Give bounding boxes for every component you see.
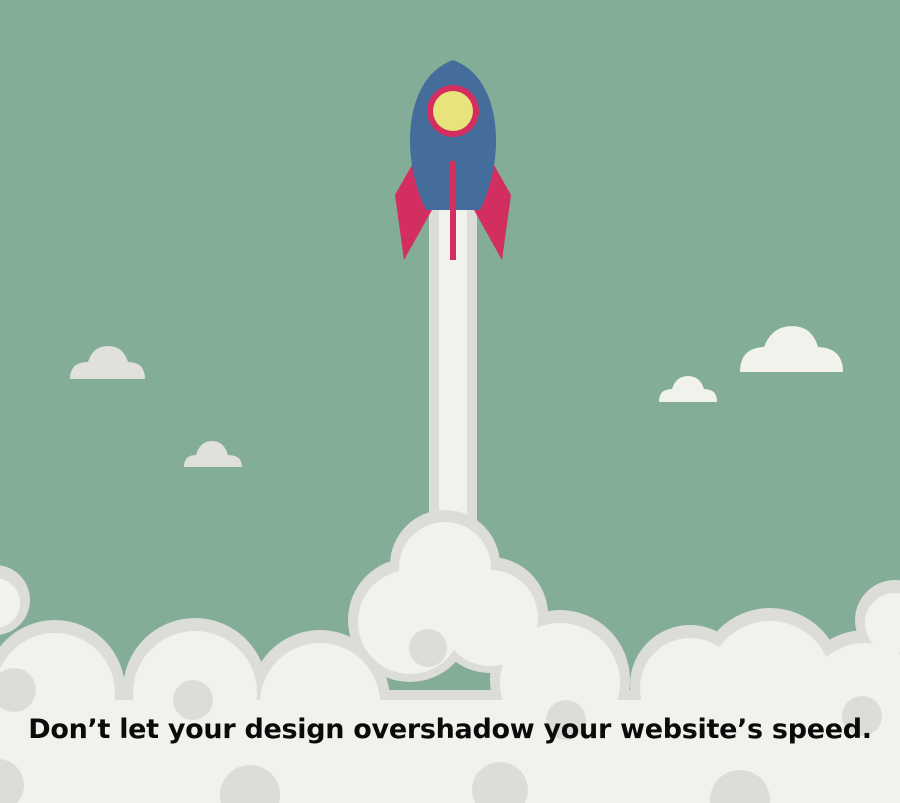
rocket-icon bbox=[395, 60, 511, 260]
illustration: Don’t let your design overshadow your we… bbox=[0, 0, 900, 803]
cloud-icon bbox=[659, 376, 717, 402]
tagline-caption: Don’t let your design overshadow your we… bbox=[28, 714, 872, 745]
cloud-icon bbox=[184, 441, 242, 467]
smoke-clouds bbox=[0, 510, 900, 803]
cloud-icon bbox=[70, 346, 145, 379]
cloud-icon bbox=[740, 326, 843, 372]
rocket-launch-illustration bbox=[0, 60, 900, 803]
